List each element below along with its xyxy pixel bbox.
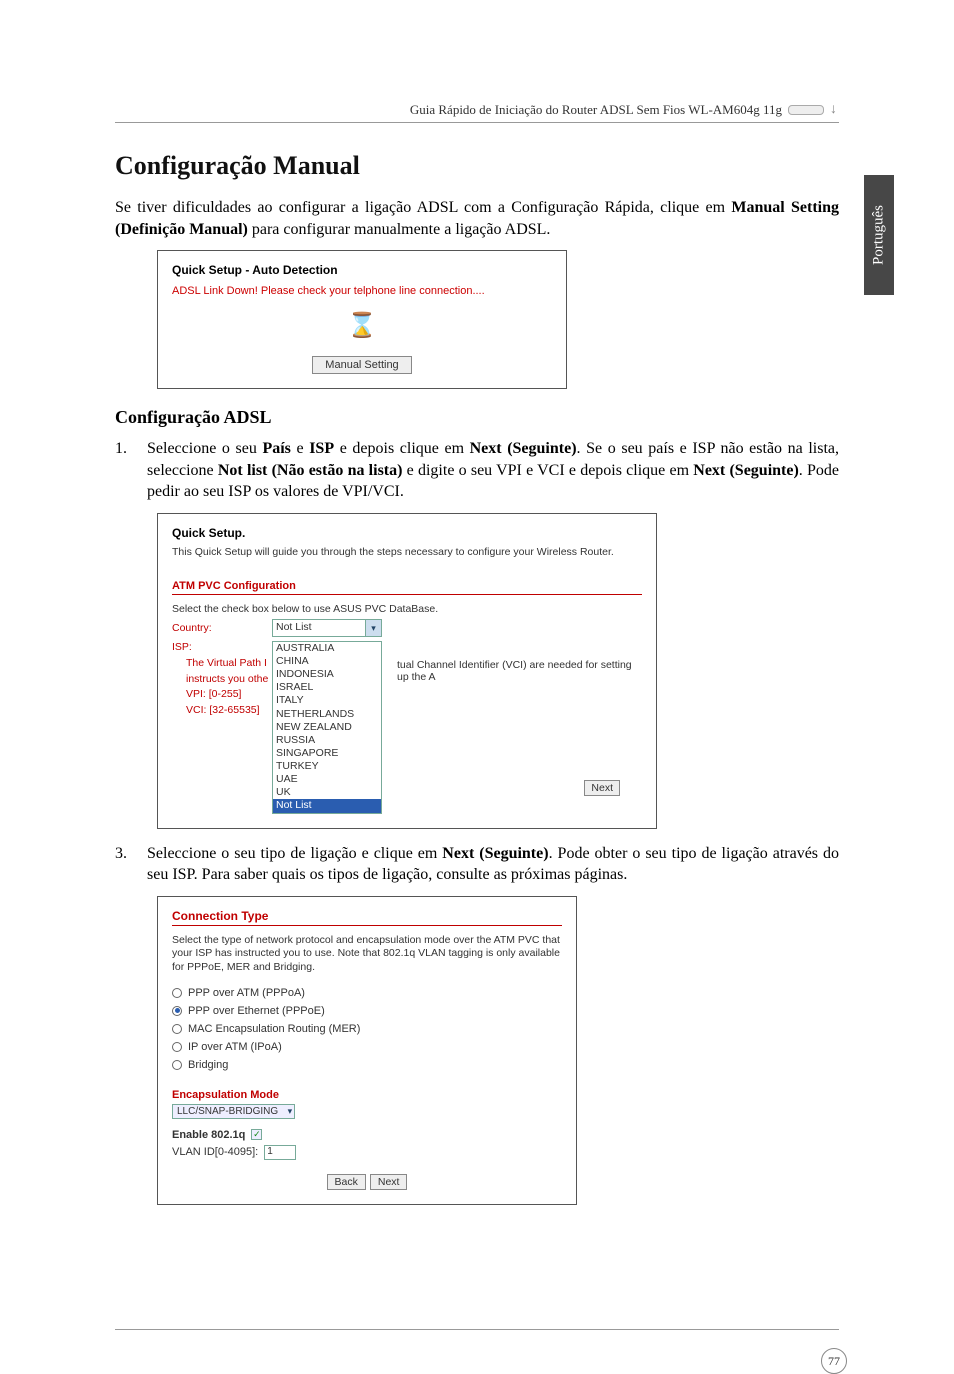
shot2-left-line: VPI: [0-255] xyxy=(186,687,286,703)
shot2-left-labels: The Virtual Path Iinstructs you otheVPI:… xyxy=(186,656,286,719)
step-3: 3. Seleccione o seu tipo de ligação e cl… xyxy=(115,843,839,886)
country-dropdown[interactable]: Not List ▾ xyxy=(272,619,382,637)
country-label: Country: xyxy=(172,622,272,634)
enable-8021q-label: Enable 802.1q xyxy=(172,1129,245,1141)
shot1-alert: ADSL Link Down! Please check your telpho… xyxy=(172,285,552,297)
step-3-number: 3. xyxy=(115,843,135,886)
radio-icon xyxy=(172,1006,182,1016)
isp-label: ISP: xyxy=(172,641,272,653)
radio-icon xyxy=(172,1042,182,1052)
vlan-id-label: VLAN ID[0-4095]: xyxy=(172,1146,258,1158)
radio-label: MAC Encapsulation Routing (MER) xyxy=(188,1023,360,1035)
router-icon xyxy=(788,105,824,115)
intro-paragraph: Se tiver dificuldades ao configurar a li… xyxy=(115,197,839,240)
page-number: 77 xyxy=(821,1348,847,1374)
shot2-select-line: Select the check box below to use ASUS P… xyxy=(172,603,642,615)
screenshot-auto-detection: Quick Setup - Auto Detection ADSL Link D… xyxy=(157,250,567,389)
header-rule xyxy=(115,122,839,123)
isp-option[interactable]: AUSTRALIA xyxy=(273,642,381,655)
isp-option[interactable]: NEW ZEALAND xyxy=(273,721,381,734)
hourglass-icon: ⌛ xyxy=(172,311,552,340)
intro-text-2: para configurar manualmente a ligação AD… xyxy=(248,221,551,238)
isp-option[interactable]: UK xyxy=(273,786,381,799)
isp-option[interactable]: CHINA xyxy=(273,655,381,668)
encapsulation-select[interactable]: LLC/SNAP-BRIDGING xyxy=(172,1104,295,1119)
connection-type-option[interactable]: MAC Encapsulation Routing (MER) xyxy=(172,1023,562,1035)
radio-label: IP over ATM (IPoA) xyxy=(188,1041,282,1053)
radio-label: PPP over Ethernet (PPPoE) xyxy=(188,1005,325,1017)
shot3-title: Connection Type xyxy=(172,909,562,926)
shot2-left-line: VCI: [32-65535] xyxy=(186,703,286,719)
shot2-section-heading: ATM PVC Configuration xyxy=(172,580,642,595)
footer-rule: 77 xyxy=(115,1329,839,1330)
shot2-desc: This Quick Setup will guide you through … xyxy=(172,546,642,558)
manual-setting-button[interactable]: Manual Setting xyxy=(312,356,411,374)
isp-option[interactable]: UAE xyxy=(273,773,381,786)
shot2-trailing-text: tual Channel Identifier (VCI) are needed… xyxy=(397,659,642,683)
shot2-left-line: instructs you othe xyxy=(186,672,286,688)
radio-icon xyxy=(172,1024,182,1034)
connection-type-option[interactable]: Bridging xyxy=(172,1059,562,1071)
step-1: 1. Seleccione o seu País e ISP e depois … xyxy=(115,438,839,503)
next-button-2[interactable]: Next xyxy=(370,1174,408,1190)
isp-option[interactable]: INDONESIA xyxy=(273,668,381,681)
radio-label: Bridging xyxy=(188,1059,228,1071)
arrow-icon: ↓ xyxy=(830,102,837,118)
step-1-number: 1. xyxy=(115,438,135,503)
intro-text-1: Se tiver dificuldades ao configurar a li… xyxy=(115,199,731,216)
connection-type-option[interactable]: PPP over ATM (PPPoA) xyxy=(172,987,562,999)
step-3-text: Seleccione o seu tipo de ligação e cliqu… xyxy=(147,843,839,886)
isp-listbox[interactable]: AUSTRALIACHINAINDONESIAISRAELITALYNETHER… xyxy=(272,641,382,814)
isp-option[interactable]: RUSSIA xyxy=(273,734,381,747)
shot2-left-line: The Virtual Path I xyxy=(186,656,286,672)
encapsulation-heading: Encapsulation Mode xyxy=(172,1089,562,1101)
isp-option[interactable]: TURKEY xyxy=(273,760,381,773)
isp-option[interactable]: ISRAEL xyxy=(273,681,381,694)
next-button[interactable]: Next xyxy=(584,780,620,796)
header-title: Guia Rápido de Iniciação do Router ADSL … xyxy=(410,102,782,118)
page-header: Guia Rápido de Iniciação do Router ADSL … xyxy=(115,102,839,122)
enable-8021q-checkbox[interactable]: ✓ xyxy=(251,1129,262,1140)
connection-type-option[interactable]: IP over ATM (IPoA) xyxy=(172,1041,562,1053)
connection-type-option[interactable]: PPP over Ethernet (PPPoE) xyxy=(172,1005,562,1017)
step-1-text: Seleccione o seu País e ISP e depois cli… xyxy=(147,438,839,503)
radio-label: PPP over ATM (PPPoA) xyxy=(188,987,305,999)
isp-option[interactable]: NETHERLANDS xyxy=(273,708,381,721)
screenshot-connection-type: Connection Type Select the type of netwo… xyxy=(157,896,577,1205)
back-button[interactable]: Back xyxy=(327,1174,366,1190)
shot1-title: Quick Setup - Auto Detection xyxy=(172,263,552,277)
shot3-desc: Select the type of network protocol and … xyxy=(172,934,562,975)
radio-icon xyxy=(172,988,182,998)
country-value: Not List xyxy=(276,621,312,633)
screenshot-quick-setup: Quick Setup. This Quick Setup will guide… xyxy=(157,513,657,829)
adsl-config-heading: Configuração ADSL xyxy=(115,407,839,428)
page-title: Configuração Manual xyxy=(115,151,839,181)
shot2-title: Quick Setup. xyxy=(172,526,642,540)
isp-option[interactable]: SINGAPORE xyxy=(273,747,381,760)
chevron-down-icon: ▾ xyxy=(365,620,381,636)
isp-option[interactable]: Not List xyxy=(273,799,381,812)
radio-icon xyxy=(172,1060,182,1070)
isp-option[interactable]: ITALY xyxy=(273,694,381,707)
language-tab: Português xyxy=(864,175,894,295)
vlan-id-input[interactable]: 1 xyxy=(264,1145,296,1160)
